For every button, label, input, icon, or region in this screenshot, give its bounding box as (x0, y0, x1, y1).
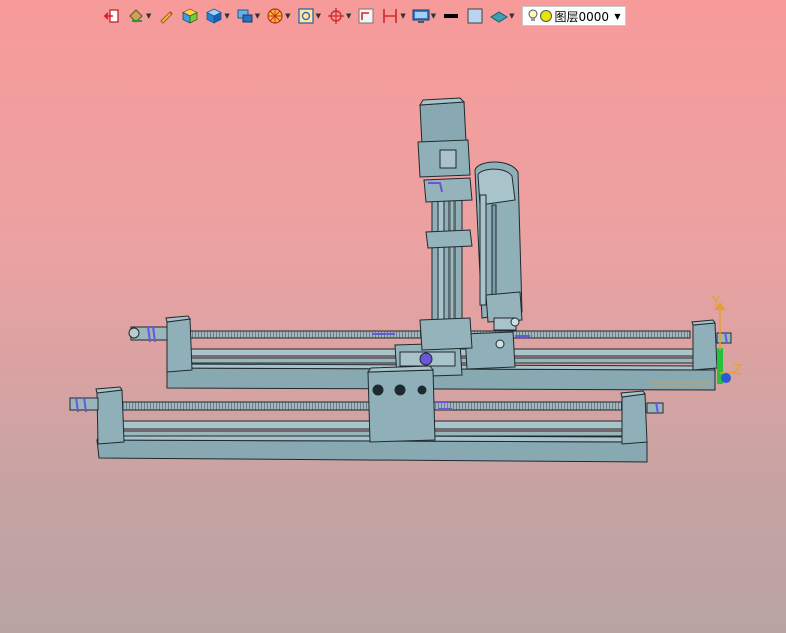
z-axis-label: Z (733, 363, 742, 378)
z-column (417, 97, 473, 351)
3d-viewport[interactable]: Y Z (0, 0, 786, 633)
front-rail-assembly (69, 386, 664, 463)
y-axis-label: Y (711, 295, 720, 310)
spindle-motor (474, 161, 523, 331)
